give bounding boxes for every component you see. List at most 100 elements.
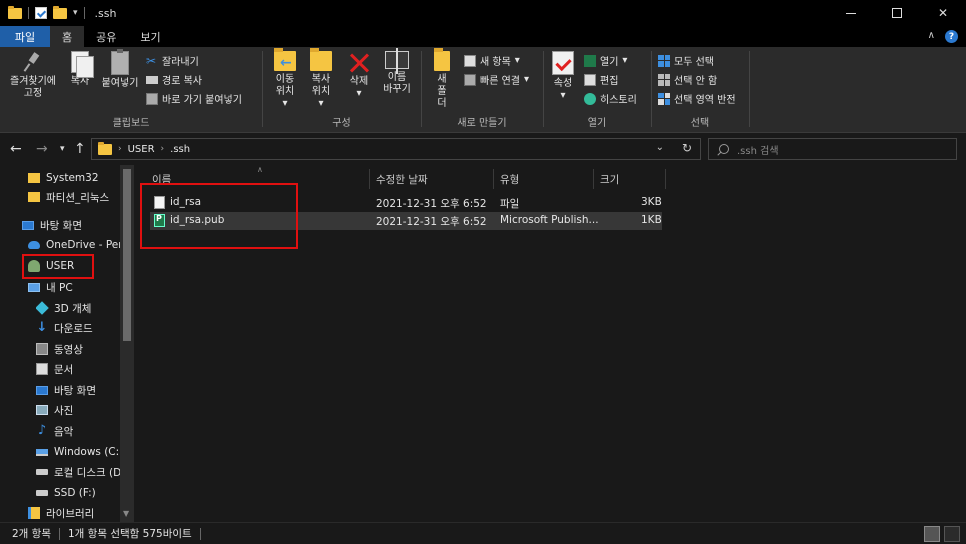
minimize-button[interactable] xyxy=(828,0,874,26)
new-item-button[interactable]: 새 항목 ▾ xyxy=(464,53,520,68)
file-modified: 2021-12-31 오후 6:52 xyxy=(376,198,487,210)
desktop-icon xyxy=(22,220,34,230)
file-modified: 2021-12-31 오후 6:52 xyxy=(376,216,487,228)
recent-locations-icon[interactable]: ▾ xyxy=(60,144,65,154)
rename-button[interactable]: 이름 바꾸기 xyxy=(377,48,417,96)
breadcrumb-ssh[interactable]: .ssh xyxy=(170,144,190,155)
move-to-label: 이동 위치 xyxy=(275,74,295,97)
easy-access-button[interactable]: 빠른 연결 ▾ xyxy=(464,72,529,87)
paste-shortcut-label: 바로 가기 붙여넣기 xyxy=(162,95,242,106)
history-button[interactable]: 히스토리 xyxy=(584,91,637,106)
dropdown-arrow-icon: ▾ xyxy=(282,98,288,109)
close-icon: ✕ xyxy=(937,6,949,20)
desktop-icon xyxy=(36,385,48,395)
divider xyxy=(749,51,750,127)
open-button[interactable]: 열기 ▾ xyxy=(584,53,627,68)
move-to-button[interactable]: ← 이동 위치 ▾ xyxy=(267,48,303,110)
large-icons-view-button[interactable] xyxy=(944,526,960,542)
properties-label: 속성 xyxy=(553,78,573,89)
address-box[interactable]: › USER › .ssh ⌄ ↻ xyxy=(91,138,701,160)
dropdown-arrow-icon: ▾ xyxy=(356,88,362,99)
status-bar: 2개 항목 1개 항목 선택함 575바이트 xyxy=(0,522,966,544)
collapse-ribbon-icon[interactable]: ∧ xyxy=(928,30,935,43)
pin-quick-access-button[interactable]: 즐겨찾기에 고정 xyxy=(6,51,60,100)
column-header-modified[interactable]: 수정한 날짜 xyxy=(370,169,494,189)
properties-quick-icon[interactable] xyxy=(35,7,47,19)
ribbon-tab-bar: 파일 홈 공유 보기 xyxy=(0,26,966,47)
nav-item-label: 바탕 화면 xyxy=(54,384,96,397)
details-view-button[interactable] xyxy=(924,526,940,542)
copy-to-button[interactable]: 복사 위치 ▾ xyxy=(303,48,339,110)
invert-selection-icon xyxy=(658,92,670,105)
clipboard-group: 즐겨찾기에 고정 복사 붙여넣기 ✂ 잘라내기 경로 복사 바로 가기 붙여넣기… xyxy=(0,47,262,133)
status-selection: 1개 항목 선택함 575바이트 xyxy=(68,528,192,540)
tab-view[interactable]: 보기 xyxy=(128,26,172,47)
column-header-size[interactable]: 크기 xyxy=(594,169,666,189)
copy-to-label: 복사 위치 xyxy=(311,74,331,97)
paste-button[interactable]: 붙여넣기 xyxy=(98,49,142,90)
tab-share[interactable]: 공유 xyxy=(84,26,128,47)
copy-path-button[interactable]: 경로 복사 xyxy=(146,72,202,87)
window-title: .ssh xyxy=(94,6,117,20)
edit-button[interactable]: 편집 xyxy=(584,72,618,87)
nav-item-label: Windows (C:) xyxy=(54,446,124,458)
tab-home[interactable]: 홈 xyxy=(50,26,85,47)
select-all-icon xyxy=(658,54,670,67)
back-arrow-icon[interactable]: ← xyxy=(10,141,22,157)
nav-item-label: 사진 xyxy=(54,404,74,417)
divider xyxy=(199,527,201,540)
minimize-icon xyxy=(846,12,856,14)
column-header-type[interactable]: 유형 xyxy=(494,169,594,189)
nav-item-label: 내 PC xyxy=(46,281,73,294)
divider xyxy=(59,527,60,540)
nav-item-label: 파티션_리눅스 xyxy=(46,191,110,204)
new-folder-quick-icon[interactable] xyxy=(53,5,67,19)
highlight-box-user xyxy=(22,254,94,279)
dropdown-arrow-icon: ▾ xyxy=(318,98,324,109)
breadcrumb-chevron-icon[interactable]: › xyxy=(161,144,165,154)
nav-scrollbar[interactable]: ▼ xyxy=(120,165,134,522)
scroll-down-icon[interactable]: ▼ xyxy=(123,509,129,518)
nav-item-label: 바탕 화면 xyxy=(40,219,82,232)
edit-label: 편집 xyxy=(600,76,619,87)
maximize-button[interactable] xyxy=(874,0,920,26)
nav-scroll-thumb[interactable] xyxy=(123,169,131,341)
nav-item-label: OneDrive - Pers xyxy=(46,239,129,251)
select-all-button[interactable]: 모두 선택 xyxy=(658,53,714,68)
copy-button[interactable]: 복사 xyxy=(66,51,94,88)
invert-selection-button[interactable]: 선택 영역 반전 xyxy=(658,91,736,106)
quick-access-dropdown-icon[interactable]: ▾ xyxy=(73,8,78,18)
select-none-button[interactable]: 선택 안 함 xyxy=(658,72,717,87)
new-folder-button[interactable]: 새 폴더 xyxy=(428,48,456,110)
select-none-label: 선택 안 함 xyxy=(674,76,718,87)
delete-button[interactable]: 삭제 ▾ xyxy=(343,51,375,100)
copy-path-label: 경로 복사 xyxy=(162,76,202,87)
address-dropdown-icon[interactable]: ⌄ xyxy=(656,142,664,153)
forward-arrow-icon[interactable]: → xyxy=(36,141,48,157)
paste-shortcut-button[interactable]: 바로 가기 붙여넣기 xyxy=(146,91,242,106)
dropdown-arrow-icon: ▾ xyxy=(622,55,628,66)
address-bar-row: ← → ▾ ↑ › USER › .ssh ⌄ ↻ .ssh 검색 xyxy=(0,133,966,165)
history-icon xyxy=(584,92,596,105)
search-input[interactable]: .ssh 검색 xyxy=(708,138,957,160)
cut-button[interactable]: ✂ 잘라내기 xyxy=(146,53,199,69)
cube-icon xyxy=(36,301,49,315)
help-icon[interactable]: ? xyxy=(945,30,958,43)
edit-icon xyxy=(584,73,596,86)
nav-item-desktop[interactable]: 바탕 화면 xyxy=(22,215,136,235)
breadcrumb-user[interactable]: USER xyxy=(128,144,155,155)
download-icon: ↓ xyxy=(36,320,48,335)
tab-file[interactable]: 파일 xyxy=(0,26,50,47)
document-icon xyxy=(36,363,48,375)
paste-label: 붙여넣기 xyxy=(101,78,139,89)
properties-button[interactable]: 속성 ▾ xyxy=(548,51,578,102)
drive-c-icon xyxy=(36,448,48,456)
refresh-icon[interactable]: ↻ xyxy=(682,141,692,155)
status-item-count: 2개 항목 xyxy=(12,528,51,540)
close-button[interactable]: ✕ xyxy=(920,0,966,26)
nav-item-label: 문서 xyxy=(54,363,74,376)
breadcrumb-chevron-icon[interactable]: › xyxy=(118,144,122,154)
folder-icon xyxy=(28,192,40,202)
nav-item-label: 로컬 디스크 (D xyxy=(54,466,122,479)
up-arrow-icon[interactable]: ↑ xyxy=(74,141,86,157)
